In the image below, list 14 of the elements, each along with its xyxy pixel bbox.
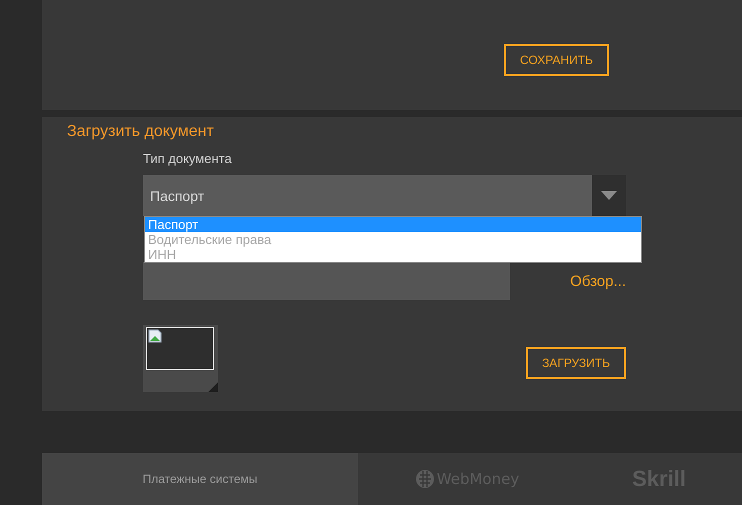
dropdown-option[interactable]: ИНН — [145, 247, 641, 262]
dropdown-arrow-icon — [601, 191, 617, 200]
browse-link[interactable]: Обзор... — [570, 273, 626, 290]
section-title: Загрузить документ — [67, 122, 215, 142]
dropdown-option[interactable]: Водительские права — [145, 232, 641, 247]
document-type-select[interactable]: Паспорт — [143, 175, 626, 216]
file-path-field[interactable] — [143, 262, 510, 300]
upload-button[interactable]: ЗАГРУЗИТЬ — [526, 347, 626, 379]
field-label: Тип документа — [143, 151, 233, 167]
globe-icon — [414, 469, 435, 489]
broken-image-icon — [148, 329, 162, 343]
save-button[interactable]: СОХРАНИТЬ — [504, 44, 609, 76]
dropdown-option[interactable]: Паспорт — [145, 217, 641, 232]
footer-tab[interactable]: Платежные системы — [42, 453, 358, 505]
